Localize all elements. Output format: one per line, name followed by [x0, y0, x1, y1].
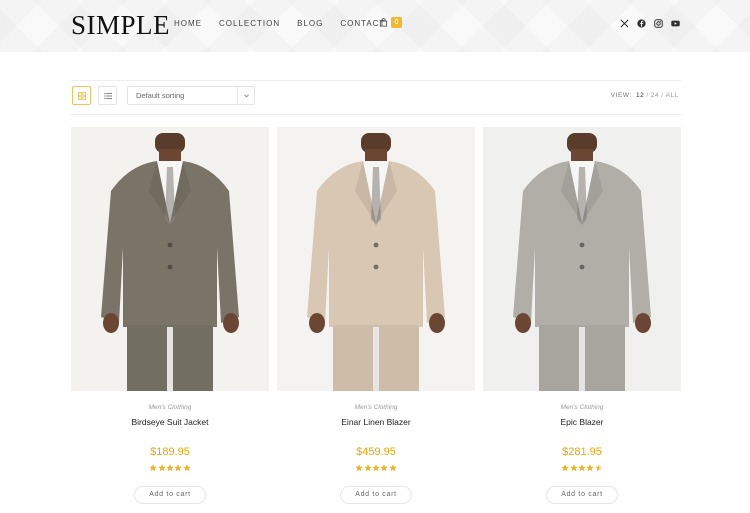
star-icon	[157, 464, 166, 472]
product-image[interactable]	[277, 127, 475, 391]
rating-stars	[71, 464, 269, 473]
product-card: Men's Clothing Epic Blazer $281.95 Add t…	[483, 127, 681, 504]
star-icon	[372, 464, 380, 472]
star-icon	[174, 464, 183, 472]
product-grid: Men's Clothing Birdseye Suit Jacket $189…	[71, 127, 681, 507]
facebook-icon[interactable]	[636, 18, 646, 28]
main-nav: HOME COLLECTION BLOG CONTACT	[174, 18, 402, 30]
view-option-24[interactable]: 24	[651, 92, 659, 99]
product-card: Men's Clothing Birdseye Suit Jacket $189…	[71, 127, 269, 504]
list-icon	[103, 92, 112, 99]
sort-select[interactable]: Default sorting	[127, 86, 255, 105]
product-category[interactable]: Men's Clothing	[71, 403, 269, 412]
grid-icon	[77, 91, 86, 100]
site-header: SIMPLE HOME COLLECTION BLOG CONTACT 0	[0, 0, 750, 52]
star-icon	[389, 464, 397, 472]
product-photo	[71, 127, 269, 391]
cart-count-badge: 0	[391, 17, 402, 28]
star-icon	[183, 464, 191, 472]
product-category[interactable]: Men's Clothing	[483, 403, 681, 412]
rating-stars	[277, 464, 475, 473]
star-icon	[561, 464, 569, 472]
sort-select-value: Default sorting	[136, 91, 185, 100]
instagram-icon[interactable]	[653, 18, 663, 28]
grid-view-button[interactable]	[72, 86, 91, 105]
add-to-cart-button[interactable]: Add to cart	[546, 486, 618, 504]
star-icon	[380, 464, 389, 472]
product-price: $281.95	[562, 446, 602, 458]
site-logo[interactable]: SIMPLE	[71, 10, 170, 40]
social-links	[619, 18, 687, 28]
product-image[interactable]	[483, 127, 681, 391]
star-icon	[578, 464, 586, 472]
list-view-button[interactable]	[98, 86, 117, 105]
youtube-icon[interactable]	[670, 18, 680, 28]
nav-home[interactable]: HOME	[174, 18, 202, 30]
product-title[interactable]: Epic Blazer	[483, 417, 681, 428]
star-icon	[166, 464, 174, 472]
product-price: $459.95	[356, 446, 396, 458]
product-title[interactable]: Birdseye Suit Jacket	[71, 417, 269, 428]
products-per-page: VIEW: 12 / 24 / ALL	[610, 92, 679, 99]
nav-collection[interactable]: COLLECTION	[219, 18, 280, 30]
product-price: $189.95	[150, 446, 190, 458]
shop-toolbar: Default sorting VIEW: 12 / 24 / ALL	[71, 80, 681, 115]
star-icon	[595, 464, 603, 472]
add-to-cart-button[interactable]: Add to cart	[340, 486, 412, 504]
add-to-cart-button[interactable]: Add to cart	[134, 486, 206, 504]
cart-button[interactable]: 0	[379, 17, 402, 28]
shopping-bag-icon	[379, 18, 388, 27]
product-title[interactable]: Einar Linen Blazer	[277, 417, 475, 428]
view-option-12[interactable]: 12	[636, 92, 644, 99]
view-label: VIEW:	[610, 92, 632, 99]
star-icon	[569, 464, 578, 472]
star-icon	[586, 464, 595, 472]
product-image[interactable]	[71, 127, 269, 391]
view-option-all[interactable]: ALL	[666, 92, 679, 99]
product-category[interactable]: Men's Clothing	[277, 403, 475, 412]
chevron-down-icon	[237, 87, 254, 104]
product-photo	[277, 127, 475, 391]
product-photo	[483, 127, 681, 391]
star-icon	[363, 464, 372, 472]
product-card: Men's Clothing Einar Linen Blazer $459.9…	[277, 127, 475, 504]
star-icon	[355, 464, 363, 472]
star-icon	[149, 464, 157, 472]
nav-blog[interactable]: BLOG	[297, 18, 323, 30]
x-icon[interactable]	[619, 18, 629, 28]
rating-stars	[483, 464, 681, 473]
